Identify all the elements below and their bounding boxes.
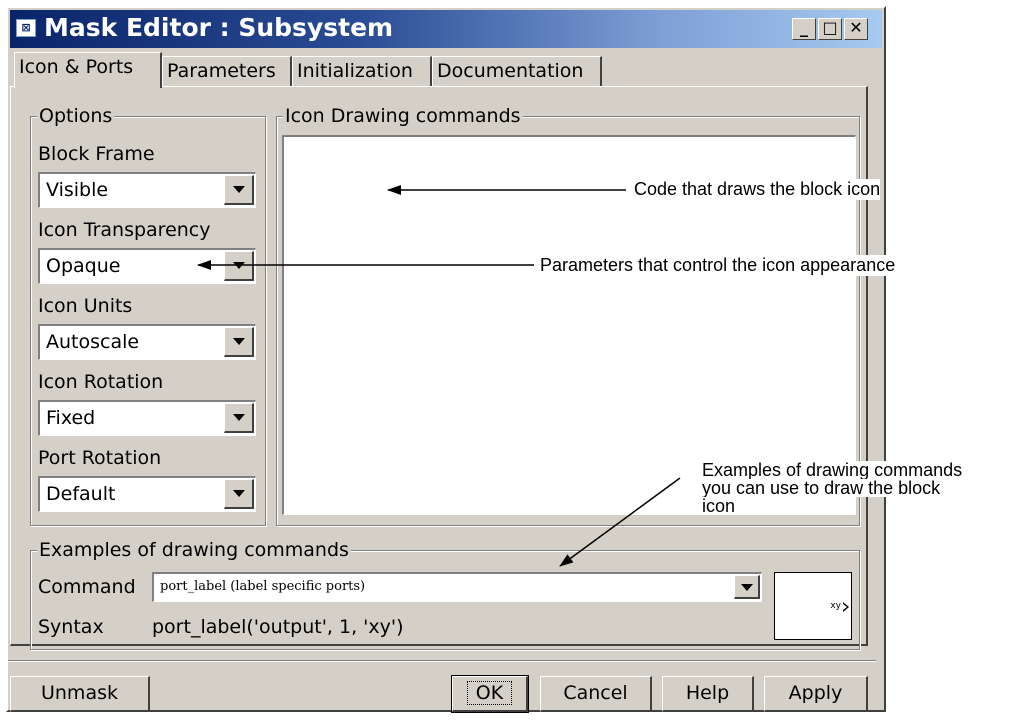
tab-icon-ports[interactable]: Icon & Ports — [14, 52, 162, 88]
port-rotation-label: Port Rotation — [38, 447, 162, 469]
drawing-commands-legend: Icon Drawing commands — [283, 104, 523, 128]
syntax-value: port_label('output', 1, 'xy') — [152, 616, 404, 638]
title-bar[interactable]: ⊠ Mask Editor : Subsystem _ □ ✕ — [10, 10, 882, 48]
cancel-button[interactable]: Cancel — [540, 676, 652, 712]
icon-rotation-select[interactable]: Fixed — [38, 400, 256, 436]
icon-rotation-value: Fixed — [46, 407, 96, 429]
block-frame-value: Visible — [46, 179, 109, 201]
block-frame-label: Block Frame — [38, 143, 155, 165]
help-button[interactable]: Help — [662, 676, 754, 712]
chevron-down-icon[interactable] — [734, 575, 760, 599]
examples-legend: Examples of drawing commands — [37, 538, 351, 562]
ok-button-label: OK — [466, 681, 513, 705]
examples-callout-line2: you can use to draw the block — [702, 478, 941, 498]
ok-button[interactable]: OK — [451, 675, 529, 713]
tab-parameters[interactable]: Parameters — [162, 56, 292, 86]
icon-units-value: Autoscale — [46, 331, 140, 353]
command-value: port_label (label specific ports) — [160, 579, 366, 594]
window-title: Mask Editor : Subsystem — [44, 13, 394, 42]
unmask-button[interactable]: Unmask — [10, 676, 150, 712]
chevron-down-icon[interactable] — [224, 403, 254, 433]
close-button[interactable]: ✕ — [844, 18, 868, 40]
command-select[interactable]: port_label (label specific ports) — [152, 572, 762, 602]
tab-documentation[interactable]: Documentation — [432, 56, 602, 86]
icon-units-label: Icon Units — [38, 295, 133, 317]
options-legend: Options — [37, 104, 115, 128]
chevron-down-icon[interactable] — [224, 479, 254, 509]
icon-units-select[interactable]: Autoscale — [38, 324, 256, 360]
syntax-label: Syntax — [38, 616, 104, 638]
button-separator — [8, 660, 876, 662]
tab-initialization[interactable]: Initialization — [292, 56, 432, 86]
minimize-button[interactable]: _ — [792, 18, 816, 40]
port-rotation-select[interactable]: Default — [38, 476, 256, 512]
examples-callout-line1: Examples of drawing commands — [702, 460, 963, 480]
params-callout: Parameters that control the icon appeara… — [540, 255, 896, 276]
icon-rotation-label: Icon Rotation — [38, 371, 164, 393]
icon-preview: xy — [774, 572, 852, 640]
port-rotation-value: Default — [46, 483, 116, 505]
icon-transparency-select[interactable]: Opaque — [38, 248, 256, 284]
maximize-button[interactable]: □ — [818, 18, 842, 40]
block-frame-select[interactable]: Visible — [38, 172, 256, 208]
app-icon: ⊠ — [16, 19, 36, 37]
chevron-down-icon[interactable] — [224, 251, 254, 281]
apply-button[interactable]: Apply — [764, 676, 868, 712]
command-label: Command — [38, 576, 136, 598]
icon-transparency-label: Icon Transparency — [38, 219, 211, 241]
output-port-icon — [843, 602, 849, 612]
chevron-down-icon[interactable] — [224, 327, 254, 357]
chevron-down-icon[interactable] — [224, 175, 254, 205]
icon-transparency-value: Opaque — [46, 255, 121, 277]
examples-callout-line3: icon — [702, 496, 736, 516]
code-callout: Code that draws the block icon — [634, 179, 881, 200]
preview-port-label: xy — [830, 601, 841, 611]
